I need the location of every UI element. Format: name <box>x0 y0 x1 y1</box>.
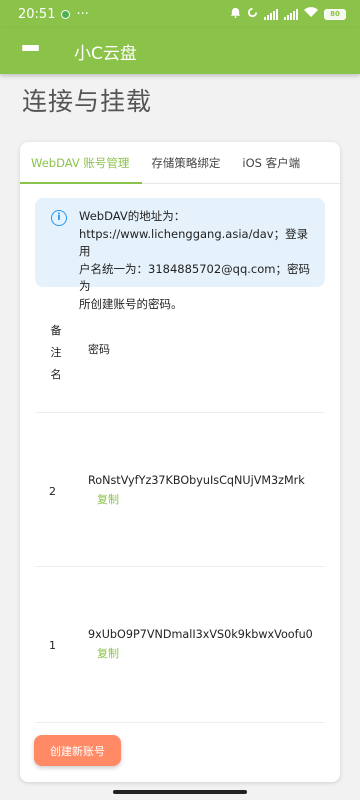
table-row: 2 RoNstVyfYz37KBObyuIsCqNUjVM3zMrk 复制 <box>35 412 325 566</box>
app-title: 小C云盘 <box>74 43 137 64</box>
signal-strength-icon <box>264 8 278 20</box>
column-header-password: 密码 <box>88 343 110 356</box>
column-header-remark: 备 注 名 <box>49 320 63 386</box>
row-remark: 2 <box>49 485 56 498</box>
copy-password-button[interactable]: 复制 <box>97 491 119 507</box>
remark-char-1: 备 <box>50 324 62 337</box>
remark-char-2: 注 <box>50 346 62 359</box>
alarm-icon <box>230 7 241 21</box>
signal-strength-2-icon <box>284 8 298 20</box>
status-more-dots: ··· <box>76 6 89 22</box>
app-bar: 小C云盘 <box>0 28 360 74</box>
status-left: 20:51 ··· <box>18 7 89 22</box>
info-icon: i <box>51 210 67 226</box>
page-title: 连接与挂载 <box>22 87 153 116</box>
status-right: 80 <box>230 7 346 21</box>
status-time: 20:51 <box>18 6 56 22</box>
tab-storage-policy[interactable]: 存储策略绑定 <box>140 142 231 183</box>
table-bottom-divider <box>35 722 325 723</box>
menu-button[interactable] <box>0 28 60 74</box>
hamburger-menu-icon <box>21 44 39 58</box>
copy-password-button[interactable]: 复制 <box>97 645 119 661</box>
gesture-navigation-bar[interactable] <box>113 790 247 794</box>
tab-bar: WebDAV 账号管理 存储策略绑定 iOS 客户端 <box>20 142 340 184</box>
info-line-2: https://www.lichenggang.asia/dav；登录用 <box>79 226 309 259</box>
info-line-3: 户名统一为：3184885702@qq.com；密码为 <box>79 261 310 294</box>
active-tab-indicator <box>20 182 142 184</box>
info-alert: i WebDAV的地址为： https://www.lichenggang.as… <box>35 198 325 311</box>
info-line-1: WebDAV的地址为： <box>79 209 186 223</box>
table-header: 备 注 名 密码 <box>35 310 325 390</box>
table-row: 1 9xUbO9P7VNDmalI3xVS0k9kbwxVoofu0 复制 <box>35 566 325 722</box>
row-remark: 1 <box>49 639 56 652</box>
notification-app-icon <box>61 9 71 19</box>
status-bar: 20:51 ··· 80 <box>0 0 360 28</box>
network-icon <box>247 7 258 21</box>
create-account-button[interactable]: 创建新账号 <box>34 735 121 766</box>
battery-icon: 80 <box>324 8 346 20</box>
row-password: 9xUbO9P7VNDmalI3xVS0k9kbwxVoofu0 <box>88 628 313 641</box>
tab-webdav-accounts[interactable]: WebDAV 账号管理 <box>20 142 140 183</box>
wifi-icon <box>304 7 318 21</box>
webdav-card: WebDAV 账号管理 存储策略绑定 iOS 客户端 i WebDAV的地址为：… <box>20 142 340 782</box>
row-password: RoNstVyfYz37KBObyuIsCqNUjVM3zMrk <box>88 474 305 487</box>
tab-ios-client[interactable]: iOS 客户端 <box>231 142 311 183</box>
remark-char-3: 名 <box>50 368 62 381</box>
